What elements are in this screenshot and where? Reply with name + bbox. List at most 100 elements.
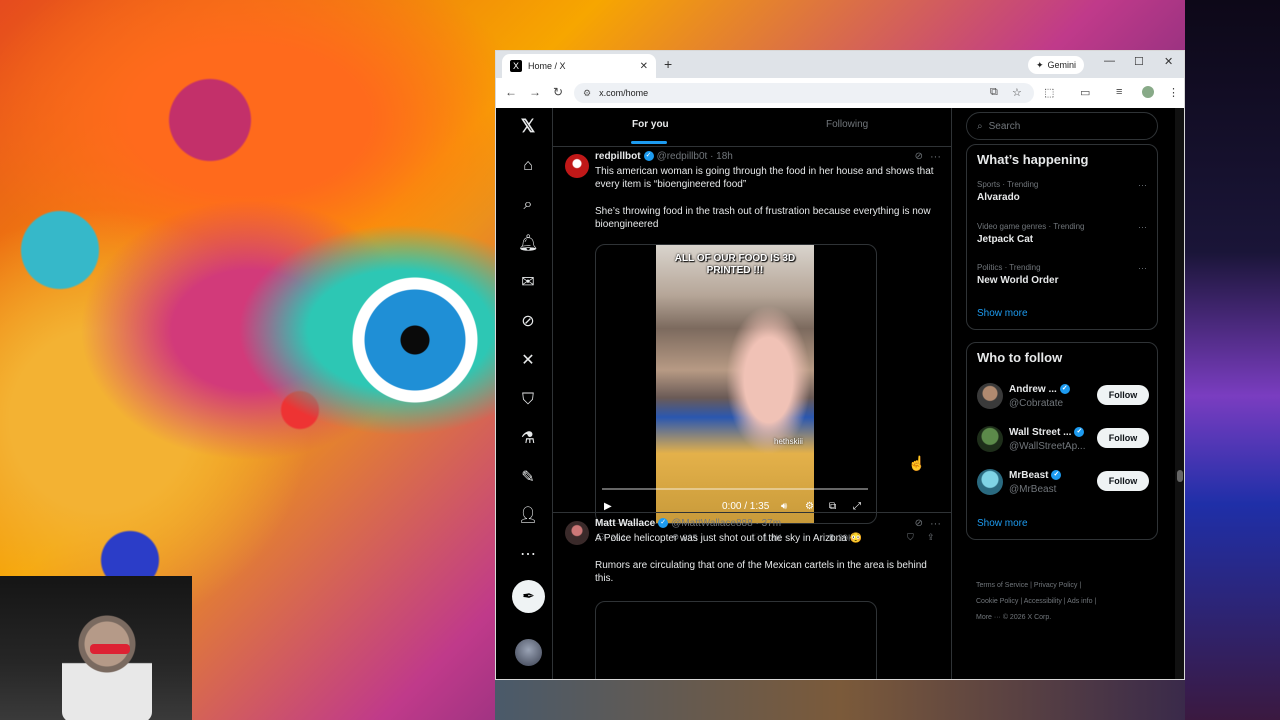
trend-meta: Sports · Trending [977,180,1039,189]
trend-name: Alvarado [977,192,1020,203]
play-icon[interactable]: ▶ [604,501,612,512]
verified-badge-icon: ✓ [658,518,669,529]
forward-button[interactable]: → [529,85,541,99]
tweet-time[interactable]: · 37m [755,518,781,529]
back-button[interactable]: ← [505,85,517,99]
home-icon[interactable]: ⌂ [518,156,538,176]
follow-avatar[interactable] [977,426,1003,452]
articles-edit-icon[interactable]: ✎ [518,468,538,488]
tweet-header: redpillbot ✓ @redpillb0t · 18h [595,151,733,162]
grok-explain-icon[interactable]: ⊘ [915,518,923,529]
trends-show-more-link[interactable]: Show more [977,308,1028,319]
tweet-more-icon[interactable]: ··· [930,151,941,163]
follow-suggestion[interactable]: MrBeast ✓ @MrBeast Follow [977,467,1149,497]
tweet-author-name[interactable]: Matt Wallace [595,518,655,529]
gemini-button[interactable]: ✦ Gemini [1028,56,1085,74]
video-progress-bar[interactable] [602,488,868,490]
footer-line-1[interactable]: Terms of Service | Privacy Policy | [976,578,1156,594]
whats-happening-panel: What’s happening Sports · Trending Alvar… [966,144,1158,330]
whats-happening-title: What’s happening [977,152,1089,167]
footer-links: Terms of Service | Privacy Policy | Cook… [976,578,1156,626]
bookmark-star-icon[interactable]: ☆ [1012,86,1022,99]
compose-post-button[interactable]: ✒ [512,580,545,613]
left-nav: 𝕏 ⌂ ⌕ 🔔︎ ✉ ⊘ ✕ ⛉ ⚗ ✎ 👤︎ ⋯ ✒ [496,108,558,679]
trend-item[interactable]: Politics · Trending New World Order ··· [977,263,1147,286]
trend-item[interactable]: Sports · Trending Alvarado ··· [977,180,1147,203]
new-tab-button[interactable]: + [664,56,672,72]
explore-search-icon[interactable]: ⌕ [518,195,538,215]
site-info-icon[interactable]: ⚙ [583,88,591,99]
tab-following[interactable]: Following [826,119,868,130]
close-window-button[interactable]: ✕ [1164,55,1173,68]
trend-more-icon[interactable]: ··· [1138,222,1147,232]
trend-more-icon[interactable]: ··· [1138,180,1147,190]
follow-show-more-link[interactable]: Show more [977,518,1028,529]
trend-more-icon[interactable]: ··· [1138,263,1147,273]
search-input[interactable]: ⌕ Search [966,112,1158,140]
address-bar[interactable]: ⚙ x.com/home [574,83,1034,103]
follow-name-text: Andrew ... [1009,384,1057,395]
follow-handle: @Cobratate [1009,398,1064,409]
trend-item[interactable]: Video game genres · Trending Jetpack Cat… [977,222,1147,245]
tweet-text-2: Rumors are circulating that one of the M… [595,560,927,584]
browser-menu-icon[interactable]: ⋮ [1168,86,1179,99]
picture-in-picture-icon[interactable]: ⧉ [829,501,836,512]
verified-badge-icon: ✓ [1051,470,1062,481]
tweet-media[interactable] [595,601,877,679]
footer-line-3[interactable]: More ··· © 2026 X Corp. [976,610,1156,626]
tweet-video-player[interactable]: ALL OF OUR FOOD IS 3D PRINTED !!! hethsk… [595,244,877,524]
tweet-author-handle[interactable]: @redpillb0t [657,151,708,162]
profile-person-icon[interactable]: 👤︎ [518,506,538,526]
tab-close-icon[interactable]: ✕ [640,61,648,72]
follow-avatar[interactable] [977,469,1003,495]
reload-button[interactable]: ↻ [553,85,563,99]
tweet-avatar[interactable] [565,154,589,178]
tweet-more-icon[interactable]: ··· [930,518,941,530]
follow-button[interactable]: Follow [1097,385,1149,405]
tweet-avatar[interactable] [565,521,589,545]
more-circle-icon[interactable]: ⋯ [518,545,538,565]
account-avatar[interactable] [515,639,542,666]
tweet-author-name[interactable]: redpillbot [595,151,641,162]
page-scrollbar[interactable] [1175,108,1184,679]
grok-explain-icon[interactable]: ⊘ [915,151,923,162]
sparkle-icon: ✦ [1036,59,1044,70]
tweet-time[interactable]: · 18h [710,151,733,162]
video-frame[interactable]: ALL OF OUR FOOD IS 3D PRINTED !!! hethsk… [656,245,814,523]
grok-icon[interactable]: ⊘ [518,312,538,332]
maximize-button[interactable]: ☐ [1134,55,1144,68]
footer-line-2[interactable]: Cookie Policy | Accessibility | Ads info… [976,594,1156,610]
url-text: x.com/home [599,88,649,98]
tweet-author-handle[interactable]: @MattWallace888 [671,518,752,529]
extensions-icon[interactable]: ⬚ [1044,86,1054,99]
media-controls-icon[interactable]: ≡ [1116,86,1122,98]
jobs-flask-icon[interactable]: ⚗ [518,429,538,449]
notifications-bell-icon[interactable]: 🔔︎ [518,234,538,254]
volume-icon[interactable]: 🔊︎ [781,501,787,512]
follow-avatar[interactable] [977,383,1003,409]
tweet-2[interactable]: Matt Wallace ✓ @MattWallace888 · 37m ⊘ ···… [553,512,951,679]
settings-gear-icon[interactable]: ⚙ [805,501,814,512]
streamer-glasses [90,644,130,654]
fullscreen-icon[interactable]: ⤢ [853,501,861,512]
follow-name-text: Wall Street ... [1009,427,1072,438]
messages-mail-icon[interactable]: ✉ [518,273,538,293]
premium-x-icon[interactable]: ✕ [518,351,538,371]
video-watermark: hethskiii [774,437,803,446]
follow-suggestion[interactable]: Andrew ... ✓ @Cobratate Follow [977,381,1149,411]
browser-toolbar: ← → ↻ ⚙ x.com/home ⧉ ☆ ⬚ ▭ ≡ ⋮ [496,78,1184,109]
profile-avatar-icon[interactable] [1142,86,1154,98]
x-logo-icon[interactable]: 𝕏 [518,116,538,136]
trend-meta: Politics · Trending [977,263,1041,272]
follow-button[interactable]: Follow [1097,471,1149,491]
install-app-icon[interactable]: ⧉ [990,86,998,99]
cast-icon[interactable]: ▭ [1080,86,1090,99]
minimize-button[interactable]: — [1104,55,1115,67]
desktop-wallpaper-bottom [495,680,1185,720]
tab-home-x[interactable]: X Home / X ✕ [502,54,656,78]
bookmarks-icon[interactable]: ⛉ [518,390,538,410]
follow-suggestion[interactable]: Wall Street ... ✓ @WallStreetAp... Follow [977,424,1149,454]
follow-button[interactable]: Follow [1097,428,1149,448]
scroll-thumb[interactable] [1177,470,1183,482]
tab-for-you[interactable]: For you [632,119,669,130]
